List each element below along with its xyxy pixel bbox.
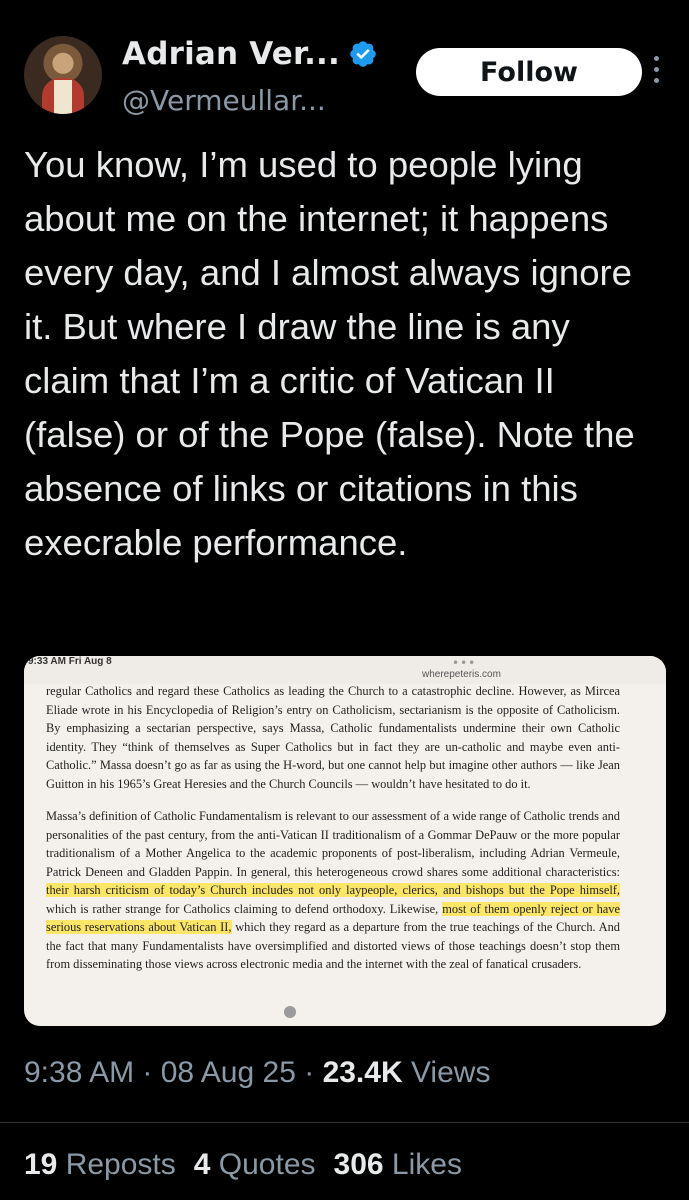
quotes-stat[interactable]: 4 Quotes [194,1148,316,1181]
more-dot [653,67,659,72]
article-paragraph: regular Catholics and regard these Catho… [46,684,620,791]
screenshot-article-text: regular Catholics and regard these Catho… [46,682,620,988]
reposts-stat[interactable]: 19 Reposts [24,1148,176,1181]
likes-label: Likes [383,1148,462,1181]
reposts-label: Reposts [57,1148,176,1181]
screenshot-url: wherepeteris.com [422,669,501,680]
likes-count: 306 [333,1148,384,1181]
quotes-label: Quotes [210,1148,316,1181]
views-count: 23.4K [322,1056,403,1089]
tweet-stats: 19 Reposts 4 Quotes 306 Likes [24,1148,462,1182]
screenshot-status-time: 9:33 AM Fri Aug 8 [28,656,112,667]
tweet-time[interactable]: 9:38 AM [24,1056,134,1089]
article-text-segment: which is rather strange for Catholics cl… [46,901,443,916]
screenshot-status-bar: 9:33 AM Fri Aug 8 ••• wherepeteris.com [24,656,666,684]
follow-button[interactable]: Follow [416,48,642,96]
author-name-row: Adrian Ver... [122,36,378,72]
more-options-icon[interactable] [648,56,664,90]
reposts-count: 19 [24,1148,58,1181]
divider [0,1122,689,1123]
article-paragraph: Massa’s definition of Catholic Fundament… [46,807,620,974]
author-handle[interactable]: @Vermeullar... [122,84,326,117]
article-text-segment: Massa’s definition of Catholic Fundament… [46,809,620,879]
tweet-text: You know, I’m used to people lying about… [24,144,635,563]
avatar-figure-detail [54,80,72,114]
verified-badge-icon [350,41,376,67]
meta-separator: · [295,1056,323,1089]
avatar[interactable] [24,36,102,114]
likes-stat[interactable]: 306 Likes [334,1148,462,1181]
quotes-count: 4 [193,1148,211,1181]
tweet-media-image[interactable]: 9:33 AM Fri Aug 8 ••• wherepeteris.com P… [24,656,666,1026]
more-dot [653,56,659,61]
screenshot-status-dots: ••• [452,656,477,670]
highlighted-text: their harsh criticism of today’s Church … [46,883,620,897]
more-dot [653,78,659,83]
tweet-meta: 9:38 AM · 08 Aug 25 · 23.4K Views [24,1056,490,1090]
tweet-date[interactable]: 08 Aug 25 [161,1056,296,1089]
author-display-name[interactable]: Adrian Ver... [122,36,340,72]
scroll-indicator [284,1006,296,1018]
tweet-header: Adrian Ver... @Vermeullar... Follow [24,26,664,117]
views-label: Views [402,1056,491,1089]
meta-separator: · [134,1056,161,1089]
